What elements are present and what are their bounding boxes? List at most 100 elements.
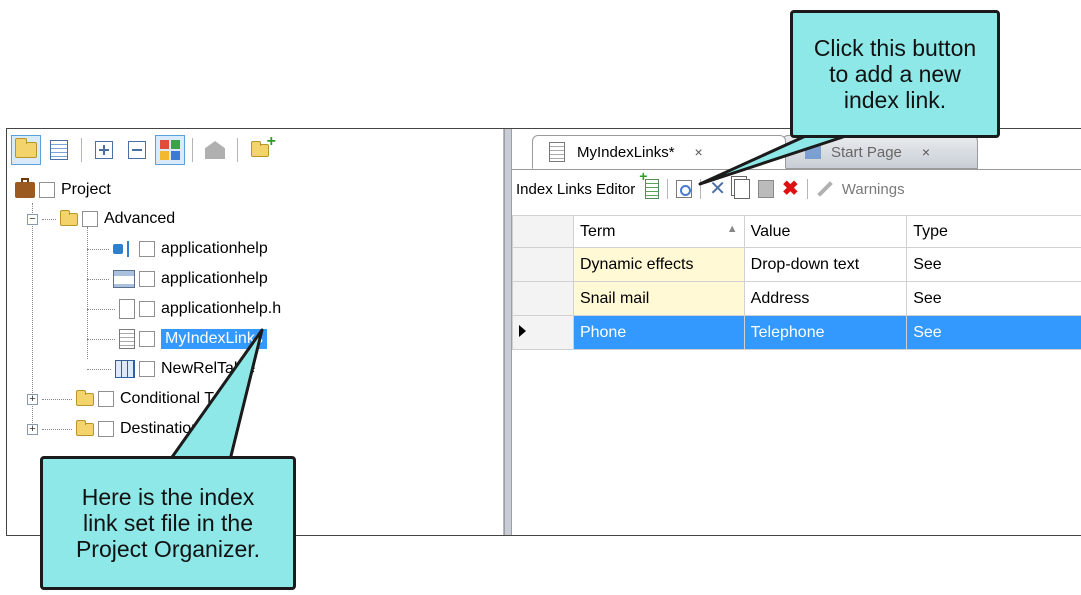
folder-view-button[interactable] (11, 135, 41, 165)
index-links-grid: Term ▲ Value Type Dynamic effects Drop-do… (512, 215, 1081, 350)
tree-item-label: Destinations (120, 420, 209, 437)
value-cell[interactable]: Drop-down text (743, 247, 908, 282)
collapse-all-icon (128, 141, 146, 159)
table-row[interactable]: Snail mail Address See (512, 281, 1081, 316)
tree-item-applicationhelp-flow[interactable]: applicationhelp (87, 236, 268, 262)
checkbox[interactable] (98, 421, 114, 437)
table-row[interactable]: Dynamic effects Drop-down text See (512, 247, 1081, 282)
row-header[interactable] (512, 247, 574, 282)
term-cell[interactable]: Phone (572, 315, 745, 350)
toolbar-separator (667, 179, 669, 199)
sort-ascending-icon: ▲ (726, 222, 738, 235)
editor-pane: Start Page × MyIndexLinks* × Index Links… (512, 129, 1081, 535)
checkbox[interactable] (139, 361, 155, 377)
grid-header-row: Term ▲ Value Type (512, 215, 1081, 248)
tree-connector (87, 368, 111, 370)
folder-icon (15, 138, 37, 158)
pane-splitter[interactable] (504, 129, 512, 535)
cut-icon[interactable]: ✕ (709, 179, 726, 199)
expand-icon[interactable]: + (27, 423, 38, 435)
tree-item-applicationhelp-h[interactable]: applicationhelp.h (87, 296, 281, 322)
tree-item-conditional-text[interactable]: + Conditional Text (27, 386, 234, 412)
term-cell[interactable]: Dynamic effects (572, 247, 745, 282)
editor-toolbar: Index Links Editor ✕ ✖ Warnings (516, 168, 905, 203)
checkbox[interactable] (139, 301, 155, 317)
new-folder-icon (251, 133, 276, 157)
list-view-button[interactable] (44, 135, 74, 165)
table-row-selected[interactable]: Phone Telephone See (512, 315, 1081, 350)
callout-line: Click this button (813, 35, 977, 61)
open-folder-icon (60, 209, 78, 226)
delete-icon[interactable]: ✖ (782, 179, 799, 199)
new-folder-button[interactable] (245, 133, 276, 165)
relationship-table-icon (115, 360, 135, 378)
close-icon[interactable]: × (695, 144, 703, 160)
warnings-button[interactable]: Warnings (842, 181, 905, 198)
index-link-set-icon (549, 142, 565, 162)
type-cell[interactable]: See (906, 281, 1081, 316)
tab-label: MyIndexLinks* (577, 143, 675, 161)
properties-icon[interactable] (676, 180, 693, 198)
tree-connector (87, 338, 115, 340)
column-header-type[interactable]: Type (906, 215, 1081, 248)
folder-icon (76, 419, 94, 436)
checkbox[interactable] (139, 331, 155, 347)
list-view-icon (50, 140, 68, 160)
row-header[interactable] (512, 315, 574, 350)
close-icon[interactable]: × (922, 144, 930, 160)
add-index-link-button[interactable] (639, 168, 660, 199)
tab-label: Start Page (831, 143, 902, 161)
header-file-icon (119, 299, 135, 319)
checkbox[interactable] (39, 182, 55, 198)
value-cell[interactable]: Address (743, 281, 908, 316)
callout-line: link set file in the (82, 510, 254, 536)
type-cell[interactable]: See (906, 247, 1081, 282)
collapse-all-button[interactable] (122, 135, 152, 165)
toolbar-separator (81, 138, 82, 162)
tree-item-label: NewRelTable (161, 360, 256, 377)
row-header-corner (512, 215, 574, 248)
tree-connector (87, 308, 115, 310)
frameset-icon (113, 270, 135, 288)
tree-item-advanced[interactable]: − Advanced (27, 206, 175, 232)
color-grid-icon (160, 140, 180, 160)
expand-all-button[interactable] (89, 135, 119, 165)
tree-item-applicationhelp-frameset[interactable]: applicationhelp (87, 266, 268, 292)
tree-item-label: Advanced (104, 210, 176, 227)
paste-icon[interactable] (758, 180, 774, 198)
top-callout: Click this button to add a new index lin… (790, 10, 1000, 138)
tree-item-project[interactable]: Project (15, 177, 111, 203)
row-header[interactable] (512, 281, 574, 316)
tree-connector (42, 218, 56, 220)
tab-myindexlinks[interactable]: MyIndexLinks* × (532, 135, 786, 169)
checkbox[interactable] (139, 271, 155, 287)
tree-item-label: applicationhelp.h (161, 300, 282, 317)
toolbar-separator (700, 179, 702, 199)
callout-line: Here is the index (81, 484, 255, 510)
disabled-action-icon (205, 141, 225, 159)
collapse-icon[interactable]: − (27, 213, 38, 225)
column-header-value[interactable]: Value (743, 215, 908, 248)
tree-item-label: Conditional Text (120, 390, 234, 407)
expand-all-icon (95, 141, 113, 159)
disabled-action-button[interactable] (200, 135, 230, 165)
editor-title: Index Links Editor (516, 180, 636, 198)
color-view-button[interactable] (155, 135, 185, 165)
checkbox[interactable] (139, 241, 155, 257)
term-cell[interactable]: Snail mail (572, 281, 745, 316)
toolbar-separator (237, 138, 238, 162)
column-header-term[interactable]: Term ▲ (572, 215, 745, 248)
tree-item-myindexlinks[interactable]: MyIndexLinks (87, 326, 267, 352)
expand-icon[interactable]: + (27, 393, 38, 405)
tab-start-page[interactable]: Start Page × (782, 135, 978, 169)
checkbox[interactable] (98, 391, 114, 407)
warnings-icon (816, 181, 833, 197)
tree-item-newreltable[interactable]: NewRelTable (87, 356, 255, 382)
value-cell[interactable]: Telephone (743, 315, 908, 350)
checkbox[interactable] (82, 211, 98, 227)
tree-connector (87, 278, 109, 280)
copy-icon[interactable] (734, 179, 750, 199)
tree-item-destinations[interactable]: + Destinations (27, 416, 208, 442)
tree-connector (87, 248, 109, 250)
type-cell[interactable]: See (906, 315, 1081, 350)
